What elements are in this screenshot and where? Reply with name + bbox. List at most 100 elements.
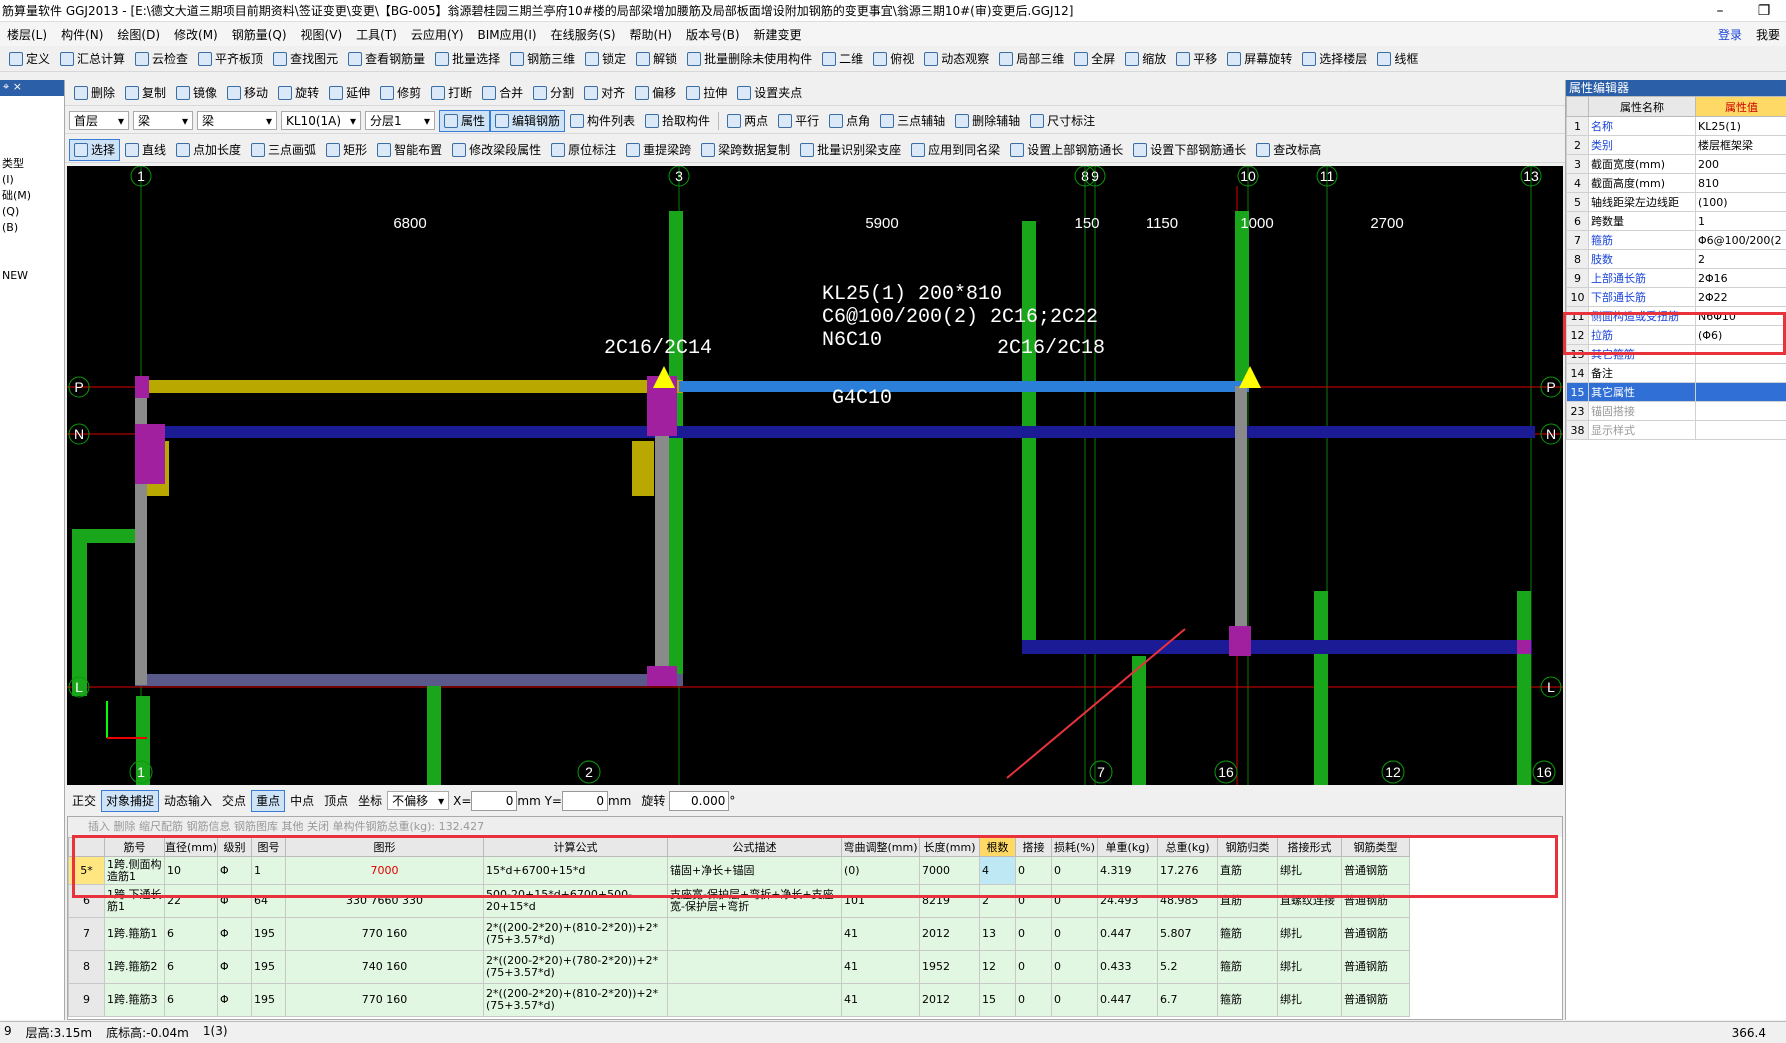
drawing-svg[interactable]: 1 3 8 9 10 11 131 2 7 16 12 16P PN NL L 6800 5900 150 115… bbox=[67, 166, 1563, 785]
table-row[interactable]: 5* 1跨.侧面构造筋1 10 Φ 1 7000 15*d+6700+15*d 锚固+净长+锚… bbox=[68, 856, 1411, 885]
member-tool-3[interactable]: 拾取构件 bbox=[640, 110, 715, 132]
cell-type[interactable]: 普通钢筋 bbox=[1341, 950, 1411, 984]
prop-row[interactable]: 2 类别 楼层框架梁 bbox=[1566, 135, 1786, 155]
cell-name[interactable]: 1跨.箍筋3 bbox=[104, 983, 165, 1017]
draw-tool-11[interactable]: 应用到同名梁 bbox=[906, 139, 1005, 161]
cell-lapform[interactable]: 绑扎 bbox=[1277, 917, 1343, 951]
cell-formula[interactable]: 2*((200-2*20)+(810-2*20))+2*(75+3.57*d) bbox=[483, 983, 669, 1017]
left-item-2[interactable]: 础(M) bbox=[0, 188, 64, 204]
left-item-3[interactable]: (Q) bbox=[0, 204, 64, 220]
prop-row[interactable]: 11 侧面构造或受扭筋 N6Φ10 bbox=[1566, 306, 1786, 326]
type-select[interactable]: 梁 ▾ bbox=[197, 111, 277, 130]
cell-fig[interactable]: 195 bbox=[251, 917, 287, 951]
cell-formula[interactable]: 2*((200-2*20)+(780-2*20))+2*(75+3.57*d) bbox=[483, 950, 669, 984]
snap-3[interactable]: 交点 bbox=[217, 790, 251, 812]
left-item-0[interactable]: 类型 bbox=[0, 156, 64, 172]
cell-grade[interactable]: Φ bbox=[217, 884, 253, 918]
rotate-input[interactable] bbox=[669, 790, 730, 811]
cell-cls[interactable]: 直筋 bbox=[1217, 884, 1279, 918]
menu-item-6[interactable]: 工具(T) bbox=[349, 26, 404, 43]
snap-2[interactable]: 动态输入 bbox=[159, 790, 217, 812]
edit-tool-9[interactable]: 分割 bbox=[528, 82, 579, 104]
prop-row[interactable]: 8 肢数 2 bbox=[1566, 249, 1786, 269]
aux-tool-2[interactable]: 点角 bbox=[824, 110, 875, 132]
cell-fig[interactable]: 195 bbox=[251, 983, 287, 1017]
cell-total[interactable]: 48.985 bbox=[1157, 884, 1219, 918]
cell-cls[interactable]: 箍筋 bbox=[1217, 917, 1279, 951]
prop-value[interactable]: 810 bbox=[1695, 173, 1786, 193]
aux-tool-0[interactable]: 两点 bbox=[722, 110, 773, 132]
edit-tool-13[interactable]: 设置夹点 bbox=[732, 82, 807, 104]
draw-tool-3[interactable]: 三点画弧 bbox=[246, 139, 321, 161]
cell-shape[interactable]: 770 160 bbox=[285, 917, 485, 951]
cell-total[interactable]: 17.276 bbox=[1157, 856, 1219, 885]
cell-dia[interactable]: 10 bbox=[163, 856, 219, 885]
prop-value[interactable] bbox=[1695, 382, 1786, 402]
main-tool-9[interactable]: 解锁 bbox=[631, 48, 682, 70]
cell-cls[interactable]: 箍筋 bbox=[1217, 950, 1279, 984]
cell-loss[interactable]: 0 bbox=[1051, 950, 1099, 984]
main-tool-10[interactable]: 批量删除未使用构件 bbox=[682, 48, 817, 70]
floor-select[interactable]: 首层 ▾ bbox=[69, 111, 129, 130]
prop-row[interactable]: 14 备注 bbox=[1566, 363, 1786, 383]
draw-tool-10[interactable]: 批量识别梁支座 bbox=[795, 139, 906, 161]
cell-type[interactable]: 普通钢筋 bbox=[1341, 884, 1411, 918]
menu-item-10[interactable]: 帮助(H) bbox=[623, 26, 679, 43]
main-tool-8[interactable]: 锁定 bbox=[580, 48, 631, 70]
draw-tool-14[interactable]: 查改标高 bbox=[1251, 139, 1326, 161]
aux-tool-5[interactable]: 尺寸标注 bbox=[1025, 110, 1100, 132]
cell-shape[interactable]: 330 7660 330 bbox=[285, 884, 485, 918]
left-item-6[interactable] bbox=[0, 252, 64, 268]
draw-tool-13[interactable]: 设置下部钢筋通长 bbox=[1128, 139, 1251, 161]
cell-name[interactable]: 1跨.箍筋2 bbox=[104, 950, 165, 984]
draw-tool-4[interactable]: 矩形 bbox=[321, 139, 372, 161]
offset-select[interactable]: 不偏移 ▾ bbox=[387, 791, 450, 810]
cell-lapform[interactable]: 直螺纹连接 bbox=[1277, 884, 1343, 918]
menu-item-1[interactable]: 构件(N) bbox=[54, 26, 110, 43]
cell-desc[interactable] bbox=[667, 917, 843, 951]
draw-tool-8[interactable]: 重提梁跨 bbox=[621, 139, 696, 161]
menu-item-2[interactable]: 绘图(D) bbox=[110, 26, 167, 43]
table-row[interactable]: 8 1跨.箍筋2 6 Φ 195 740 160 2*((200-2*20)+(780-2*… bbox=[68, 950, 1411, 984]
prop-value[interactable] bbox=[1695, 363, 1786, 383]
cell-len[interactable]: 2012 bbox=[919, 983, 981, 1017]
prop-row[interactable]: 1 名称 KL25(1) bbox=[1566, 116, 1786, 136]
prop-value[interactable] bbox=[1695, 401, 1786, 421]
cell-lap[interactable]: 0 bbox=[1015, 856, 1053, 885]
menu-item-0[interactable]: 楼层(L) bbox=[0, 26, 54, 43]
edit-tool-5[interactable]: 延伸 bbox=[324, 82, 375, 104]
member-tool-2[interactable]: 构件列表 bbox=[565, 110, 640, 132]
x-input[interactable] bbox=[471, 790, 518, 811]
cell-count[interactable]: 12 bbox=[979, 950, 1017, 984]
cell-bend[interactable]: 101 bbox=[841, 884, 921, 918]
y-input[interactable] bbox=[561, 790, 608, 811]
prop-value[interactable]: 200 bbox=[1695, 154, 1786, 174]
aux-tool-3[interactable]: 三点辅轴 bbox=[875, 110, 950, 132]
table-row[interactable]: 9 1跨.箍筋3 6 Φ 195 770 160 2*((200-2*20)+(810-2*… bbox=[68, 983, 1411, 1017]
main-tool-3[interactable]: 平齐板顶 bbox=[193, 48, 268, 70]
prop-value[interactable]: (100) bbox=[1695, 192, 1786, 212]
draw-tool-1[interactable]: 直线 bbox=[120, 139, 171, 161]
cell-dia[interactable]: 6 bbox=[163, 950, 219, 984]
cell-name[interactable]: 1跨.箍筋1 bbox=[104, 917, 165, 951]
snap-6[interactable]: 顶点 bbox=[319, 790, 353, 812]
cell-desc[interactable]: 支座宽-保护层+弯折+净长+支座宽-保护层+弯折 bbox=[667, 884, 843, 918]
login-link[interactable]: 登录 bbox=[1718, 26, 1742, 43]
cell-loss[interactable]: 0 bbox=[1051, 884, 1099, 918]
snap-0[interactable]: 正交 bbox=[67, 790, 101, 812]
left-item-1[interactable]: (I) bbox=[0, 172, 64, 188]
cell-dia[interactable]: 6 bbox=[163, 983, 219, 1017]
cell-unit[interactable]: 0.433 bbox=[1097, 950, 1159, 984]
edit-tool-10[interactable]: 对齐 bbox=[579, 82, 630, 104]
cell-fig[interactable]: 1 bbox=[251, 856, 287, 885]
prop-row[interactable]: 10 下部通长筋 2Φ22 bbox=[1566, 287, 1786, 307]
main-tool-6[interactable]: 批量选择 bbox=[430, 48, 505, 70]
prop-row[interactable]: 15 其它属性 bbox=[1566, 382, 1786, 402]
cell-desc[interactable] bbox=[667, 983, 843, 1017]
cell-lapform[interactable]: 绑扎 bbox=[1277, 856, 1343, 885]
main-tool-4[interactable]: 查找图元 bbox=[268, 48, 343, 70]
menu-item-5[interactable]: 视图(V) bbox=[294, 26, 350, 43]
draw-tool-12[interactable]: 设置上部钢筋通长 bbox=[1005, 139, 1128, 161]
draw-tool-9[interactable]: 梁跨数据复制 bbox=[696, 139, 795, 161]
edit-tool-3[interactable]: 移动 bbox=[222, 82, 273, 104]
